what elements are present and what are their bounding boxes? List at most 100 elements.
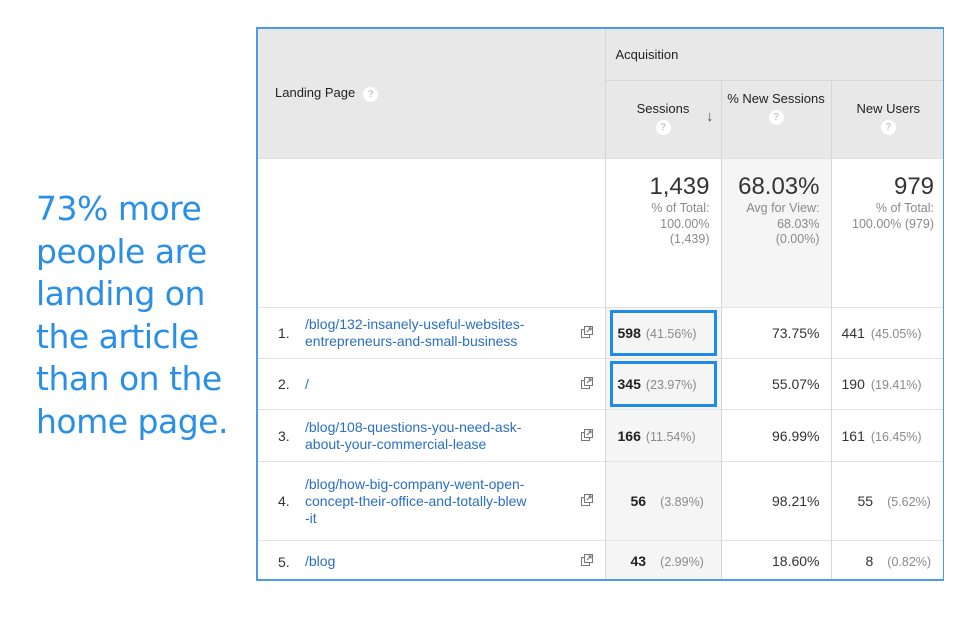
highlight-box	[609, 310, 717, 356]
callout-line: people are	[36, 231, 207, 271]
new-users-pct: (16.45%)	[870, 429, 922, 444]
row-index: 1.	[278, 325, 290, 341]
sessions-value: 56	[630, 493, 647, 509]
new-users-value: 8	[865, 553, 874, 570]
pct-new-sessions-value: 96.99%	[720, 409, 831, 462]
new-users-value: 190	[841, 376, 865, 392]
new-users-pct: (45.05%)	[870, 327, 922, 341]
pct-new-sessions-value: 98.21%	[720, 461, 831, 541]
help-icon[interactable]: ?	[880, 120, 896, 135]
row-index: 5.	[278, 553, 290, 570]
sessions-total-note: 100.00%	[660, 216, 710, 231]
row-index: 4.	[278, 493, 290, 509]
pct-new-sessions-total-note: (0.00%)	[775, 232, 820, 246]
pct-new-sessions-column-header[interactable]: % New Sessions ?	[720, 80, 831, 159]
url-line: about-your-commercial-lease	[305, 435, 487, 452]
table-row: 5. /blog 43 (2.99%) 18.60% 8 (0.82%)	[258, 540, 943, 579]
landing-page-cell: 2. /	[258, 358, 605, 410]
new-users-cell: 55 (5.62%)	[830, 461, 943, 541]
sessions-total-note: (1,439)	[669, 232, 710, 246]
sessions-header-label: Sessions	[636, 101, 690, 116]
table-row: 1. /blog/132-insanely-useful-websites-ent…	[258, 307, 943, 359]
callout-line: the article	[36, 316, 199, 356]
new-users-total-note: 100.00% (979)	[852, 216, 935, 231]
url-line: /blog/132-insanely-useful-websites-	[305, 316, 525, 332]
open-external-icon[interactable]	[580, 428, 594, 442]
pct-new-sessions-value: 18.60%	[720, 540, 831, 579]
sessions-column-header[interactable]: Sessions ? ↓	[604, 80, 721, 159]
landing-page-cell: 3. /blog/108-questions-you-need-ask-about…	[258, 409, 605, 462]
row-index: 2.	[278, 376, 290, 393]
landing-page-header[interactable]: Landing Page?	[258, 29, 605, 159]
landing-page-cell: 1. /blog/132-insanely-useful-websites-ent…	[258, 307, 605, 359]
highlight-box	[609, 361, 717, 407]
table-row: 2. / 345 (23.97%) 55.07% 190 (19.41%)	[258, 358, 943, 410]
sessions-pct: (2.99%)	[660, 555, 704, 570]
sessions-total-note: % of Total:	[651, 201, 710, 215]
new-users-cell: 8 (0.82%)	[830, 540, 943, 579]
sessions-total: 1,439 % of Total: 100.00% (1,439)	[604, 158, 721, 308]
sessions-cell: 56 (3.89%)	[604, 461, 721, 541]
help-icon[interactable]: ?	[768, 110, 784, 125]
new-users-column-header[interactable]: New Users ?	[830, 80, 943, 159]
open-external-icon[interactable]	[580, 325, 594, 339]
url-line: entrepreneurs-and-small-business	[305, 333, 518, 349]
new-users-total: 979 % of Total: 100.00% (979)	[830, 158, 943, 308]
open-external-icon[interactable]	[580, 376, 594, 390]
url-line: concept-their-office-and-totally-blew	[305, 492, 527, 509]
totals-row: 1,439 % of Total: 100.00% (1,439) 68.03%…	[258, 158, 943, 308]
sort-descending-icon[interactable]: ↓	[706, 108, 714, 125]
new-users-cell: 441 (45.05%)	[830, 307, 943, 359]
pct-new-sessions-value: 73.75%	[720, 307, 831, 359]
new-users-value: 55	[857, 493, 874, 509]
open-external-icon[interactable]	[580, 553, 594, 567]
sessions-pct: (3.89%)	[660, 495, 704, 509]
sessions-value: 166	[617, 427, 641, 444]
new-users-total-note: % of Total:	[875, 201, 935, 215]
url-line: /blog/108-questions-you-need-ask-	[305, 418, 522, 435]
row-index: 3.	[278, 427, 290, 444]
sessions-cell: 166 (11.54%)	[604, 409, 721, 462]
callout-line: than on the	[36, 359, 222, 398]
sessions-cell: 43 (2.99%)	[604, 540, 721, 579]
new-users-value: 441	[841, 325, 865, 341]
sessions-total-value: 1,439	[649, 173, 710, 200]
pct-new-sessions-value: 55.07%	[720, 358, 831, 410]
new-users-pct: (0.82%)	[887, 555, 932, 570]
url-line: /blog	[305, 553, 336, 570]
pct-new-sessions-header-label: % New Sessions	[727, 91, 825, 106]
landing-page-link[interactable]: /	[305, 376, 575, 393]
landing-page-header-label: Landing Page	[275, 85, 356, 101]
new-users-header-label: New Users	[856, 101, 921, 116]
landing-page-cell: 5. /blog	[258, 540, 605, 579]
sessions-cell: 598 (41.56%)	[604, 307, 721, 359]
sessions-pct: (11.54%)	[645, 429, 696, 444]
table-row: 4. /blog/how-big-company-went-open-concep…	[258, 461, 943, 541]
callout-line: 73% more	[36, 189, 202, 228]
landing-page-link[interactable]: /blog/132-insanely-useful-websites-entre…	[305, 316, 575, 350]
callout-text: 73% more people are landing on the artic…	[36, 188, 246, 443]
pct-new-sessions-total-note: 68.03%	[777, 216, 820, 231]
sessions-cell: 345 (23.97%)	[604, 358, 721, 410]
url-line: /	[305, 375, 309, 392]
new-users-pct: (19.41%)	[870, 378, 922, 392]
new-users-total-value: 979	[893, 173, 935, 200]
landing-page-link[interactable]: /blog	[305, 553, 575, 570]
help-icon[interactable]: ?	[655, 120, 671, 135]
table-row: 3. /blog/108-questions-you-need-ask-about…	[258, 409, 943, 462]
sessions-value: 43	[630, 553, 647, 570]
callout-line: landing on	[36, 274, 205, 313]
new-users-pct: (5.62%)	[887, 495, 931, 509]
open-external-icon[interactable]	[580, 493, 594, 507]
landing-page-link[interactable]: /blog/how-big-company-went-open-concept-…	[305, 476, 575, 527]
pct-new-sessions-total: 68.03% Avg for View: 68.03% (0.00%)	[720, 158, 831, 308]
analytics-table: Landing Page? Acquisition Sessions ? ↓ %…	[256, 27, 944, 581]
new-users-cell: 190 (19.41%)	[830, 358, 943, 410]
url-line: /blog/how-big-company-went-open-	[305, 475, 525, 492]
new-users-cell: 161 (16.45%)	[830, 409, 943, 462]
url-line: -it	[305, 509, 317, 526]
pct-new-sessions-total-note: Avg for View:	[746, 201, 820, 215]
help-icon[interactable]: ?	[363, 86, 379, 102]
landing-page-link[interactable]: /blog/108-questions-you-need-ask-about-y…	[305, 419, 575, 453]
landing-page-cell: 4. /blog/how-big-company-went-open-concep…	[258, 461, 605, 541]
